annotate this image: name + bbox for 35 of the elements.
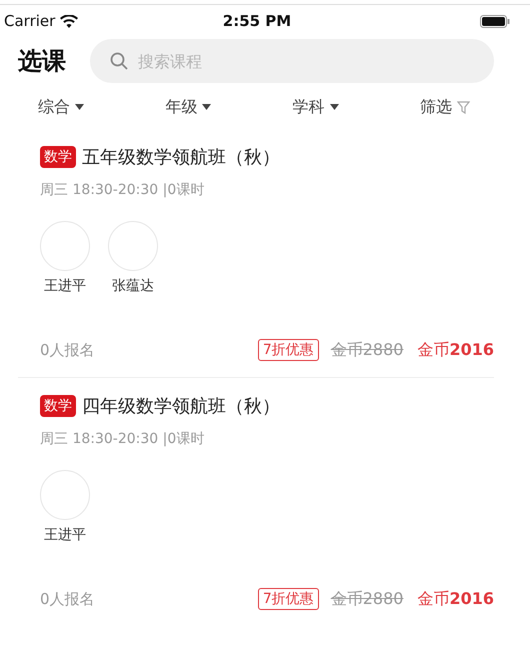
original-price: 金币2880 — [330, 588, 404, 610]
teacher-name: 王进平 — [44, 526, 86, 544]
course-price: 金币2016 — [417, 588, 494, 610]
caret-icon — [330, 104, 339, 110]
course-price: 金币2016 — [417, 340, 494, 360]
filter-tab[interactable]: 综合 — [38, 96, 84, 118]
teacher-name: 王进平 — [44, 277, 86, 295]
status-time: 2:55 PM — [222, 12, 292, 30]
subject-tag: 数学 — [40, 395, 76, 417]
caret-icon — [202, 104, 212, 110]
carrier-label: Carrier — [4, 12, 56, 30]
teacher-avatar — [108, 221, 158, 271]
search-icon — [110, 52, 128, 70]
teacher-name: 张蕴达 — [112, 277, 154, 295]
course-schedule: 周三 18:30-20:30 |0课时 — [40, 430, 206, 448]
page-title: 选课 — [18, 46, 66, 77]
enrollment-count: 0人报名 — [40, 590, 96, 608]
wifi-icon — [60, 14, 78, 28]
course-schedule: 周三 18:30-20:30 |0课时 — [40, 181, 206, 199]
original-price: 金币2880 — [330, 340, 404, 360]
teacher-avatar — [40, 221, 90, 271]
course-title[interactable]: 五年级数学领航班（秋） — [82, 145, 280, 169]
filter-icon — [456, 100, 470, 114]
teacher-avatar — [40, 470, 90, 520]
discount-tag: 7折优惠 — [258, 588, 319, 610]
filter-tab[interactable]: 学科 — [292, 96, 339, 118]
caret-icon — [75, 104, 84, 110]
search-field[interactable]: 搜索课程 — [90, 39, 494, 83]
filter-tab[interactable]: 年级 — [165, 96, 212, 118]
course-title[interactable]: 四年级数学领航班（秋） — [82, 394, 280, 418]
filter-tab[interactable]: 筛选 — [420, 96, 470, 118]
enrollment-count: 0人报名 — [40, 340, 96, 360]
discount-tag: 7折优惠 — [258, 339, 319, 361]
subject-tag: 数学 — [40, 146, 76, 168]
battery-icon — [480, 14, 510, 28]
